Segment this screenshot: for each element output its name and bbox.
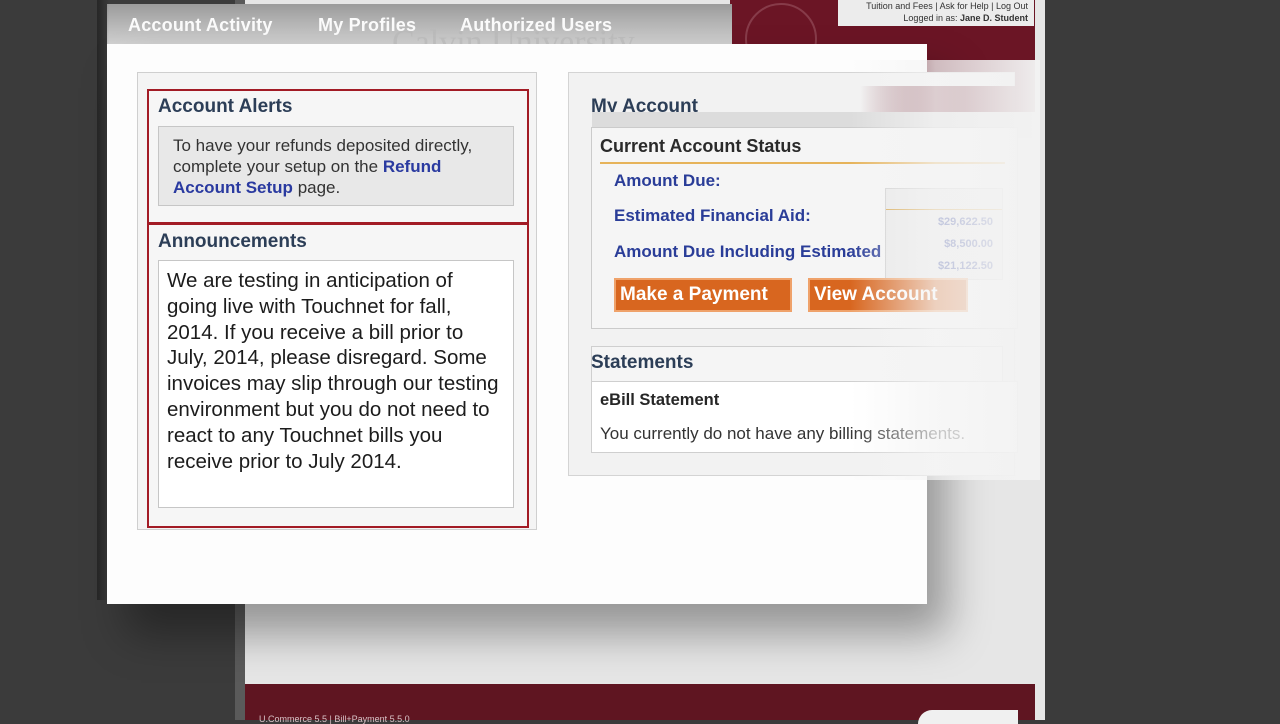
- logged-in-label: Logged in as:: [903, 13, 958, 23]
- estimated-aid-value: $8,500.00: [944, 238, 993, 250]
- announcement-text: We are testing in anticipation of going …: [158, 260, 514, 508]
- top-links: Tuition and Fees | Ask for Help | Log Ou…: [838, 0, 1034, 26]
- status-divider: [600, 162, 1005, 164]
- logged-in-status: Logged in as: Jane D. Student: [838, 12, 1028, 24]
- view-account-button[interactable]: View Account: [808, 278, 968, 312]
- statements-title: Statements: [591, 352, 694, 373]
- values-divider: [886, 209, 1002, 210]
- ebill-message: You currently do not have any billing st…: [600, 424, 966, 443]
- banner-fade: [860, 86, 1035, 112]
- make-payment-button[interactable]: Make a Payment: [614, 278, 792, 312]
- amount-due-label: Amount Due:: [614, 171, 721, 190]
- nav-bar: Calvin University Account Activity My Pr…: [107, 4, 732, 61]
- footer-bar: U.Commerce 5.5 | Bill+Payment 5.5.0: [245, 684, 1035, 724]
- tab-my-profiles[interactable]: My Profiles: [318, 15, 416, 36]
- amount-due-value: $29,622.50: [937, 216, 993, 228]
- footer-text: U.Commerce 5.5 | Bill+Payment 5.5.0: [259, 714, 410, 724]
- tab-authorized-users[interactable]: Authorized Users: [460, 15, 612, 36]
- tab-account-activity[interactable]: Account Activity: [128, 15, 273, 36]
- logged-in-user: Jane D. Student: [959, 13, 1028, 23]
- alert-text-end: page.: [297, 178, 341, 197]
- announcements-title: Announcements: [158, 231, 307, 252]
- estimated-aid-label: Estimated Financial Aid:: [614, 206, 811, 225]
- amount-due-incl-aid-label: Amount Due Including Estimated Aid:: [614, 242, 919, 261]
- top-links-row[interactable]: Tuition and Fees | Ask for Help | Log Ou…: [838, 0, 1028, 12]
- account-alert-message: To have your refunds deposited directly,…: [158, 126, 514, 206]
- footer-logo-icon: [918, 710, 1018, 724]
- amount-due-incl-aid-value: $21,122.50: [937, 260, 993, 272]
- ebill-title: eBill Statement: [600, 391, 720, 409]
- current-account-status-title: Current Account Status: [600, 136, 802, 156]
- account-alerts-title: Account Alerts: [158, 96, 293, 117]
